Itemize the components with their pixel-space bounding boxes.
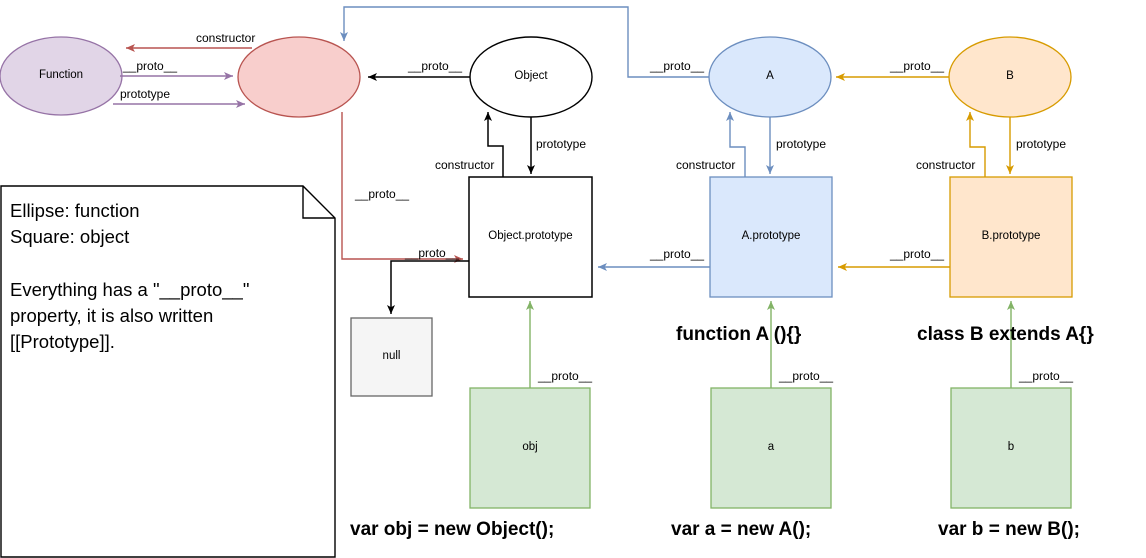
edge-label-a-instance-proto: __proto__: [779, 369, 834, 383]
edge-funcproto-to-objproto: [341, 112, 463, 263]
edge-label-a-to-funcproto: __proto__: [650, 59, 705, 73]
edge-label-object-proto: __proto__: [408, 59, 463, 73]
edge-label-a-constructor: constructor: [676, 158, 736, 172]
b-ellipse[interactable]: [948, 36, 1072, 118]
edge-label-funcproto-to-objproto: __proto__: [355, 187, 410, 201]
edge-label-bproto-to-aproto: __proto__: [890, 247, 945, 261]
caption-function-a: function A (){}: [676, 324, 802, 345]
note-body: Ellipse: function Square: object Everyth…: [10, 198, 328, 355]
note-line-5: property, it is also written: [10, 304, 214, 326]
edge-label-aproto-to-objproto: __proto__: [650, 247, 705, 261]
edge-label-b-prototype: prototype: [1016, 137, 1067, 151]
a-prototype-box[interactable]: [709, 176, 833, 298]
b-prototype-box[interactable]: [949, 176, 1073, 298]
caption-class-b: class B extends A{}: [917, 324, 1094, 345]
note-line-3: [10, 251, 328, 277]
edge-objproto-to-null: [387, 260, 469, 314]
obj-box[interactable]: [469, 387, 591, 509]
note-line-2: Square: object: [10, 226, 130, 248]
null-box[interactable]: [350, 317, 433, 397]
edge-label-b-instance-proto: __proto__: [1019, 369, 1074, 383]
b-instance-box[interactable]: [950, 387, 1072, 509]
edge-label-obj-proto: __proto__: [538, 369, 593, 383]
edge-label-function-proto: __proto__: [123, 59, 178, 73]
caption-var-b: var b = new B();: [938, 519, 1080, 540]
note-line-6: [[Prototype]].: [10, 331, 115, 353]
function-prototype-ellipse[interactable]: [237, 36, 361, 118]
edge-label-b-constructor: constructor: [916, 158, 976, 172]
edge-label-a-prototype: prototype: [776, 137, 827, 151]
object-prototype-box[interactable]: [468, 176, 593, 298]
diagram-canvas: Function Object A B Object.prototype A.p…: [0, 0, 1146, 558]
caption-var-obj: var obj = new Object();: [350, 519, 555, 540]
a-ellipse[interactable]: [708, 36, 832, 118]
edge-label-b-to-a: __proto__: [890, 59, 945, 73]
edge-label-function-prototype: prototype: [120, 87, 171, 101]
a-instance-box[interactable]: [710, 387, 832, 509]
edge-label-objproto-to-null: __proto__: [405, 246, 460, 260]
note-line-4: Everything has a "__proto__": [10, 278, 250, 300]
edge-label-object-constructor: constructor: [435, 158, 495, 172]
caption-var-a: var a = new A();: [671, 519, 812, 540]
note-line-1: Ellipse: function: [10, 200, 140, 221]
object-ellipse[interactable]: [469, 36, 593, 118]
function-ellipse[interactable]: [0, 36, 123, 116]
edge-label-function-constructor: constructor: [196, 31, 256, 45]
edge-label-object-prototype: prototype: [536, 137, 587, 151]
